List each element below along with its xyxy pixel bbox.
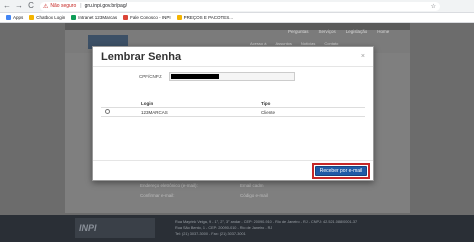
nav-link-servicos[interactable]: Serviços [319,29,336,34]
bookmark-intranet[interactable]: Intranet 123Marcas [71,15,117,20]
cpf-label: CPF/CNPJ: [139,74,163,79]
table-row[interactable]: 123MARCAS Cliente [101,108,365,117]
header-login: Login [141,101,154,106]
redacted-value [171,74,219,79]
receber-por-email-button[interactable]: Receber por e-mail [315,166,367,176]
bookmark-apps[interactable]: Apps [6,15,23,20]
security-status[interactable]: Não seguro [50,3,76,9]
modal-body: CPF/CNPJ: Login Tipo 123MARCAS Cliente [93,67,373,161]
forward-icon[interactable]: → [14,1,24,11]
bg-email-value: Email cadm [240,183,264,188]
site-top-nav: Perguntas Serviços Legislação Home [288,29,389,34]
url-field[interactable]: ⚠ Não seguro | gru.inpi.gov.br/pag/ ☆ [40,1,440,11]
cpf-field[interactable] [169,72,295,81]
star-icon[interactable]: ☆ [431,3,436,10]
warning-icon: ⚠ [43,3,49,10]
browser-address-bar: ← → C ⚠ Não seguro | gru.inpi.gov.br/pag… [0,0,474,13]
modal-header: Lembrar Senha × [93,47,373,67]
url-text: gru.inpi.gov.br/pag/ [84,3,127,9]
url-separator: | [80,3,82,9]
footer-address-2: Rua São Bento, 1 - CEP: 20090-010 - Rio … [175,226,273,230]
folder-icon [176,15,182,20]
footer-address-1: Rua Mayrink Veiga, 9 - 1°, 2°, 3° andar … [175,220,358,224]
lembrar-senha-modal: Lembrar Senha × CPF/CNPJ: Login Tipo 123… [92,46,374,181]
modal-title: Lembrar Senha [101,50,182,63]
table-header: Login Tipo [101,100,365,108]
nav-link-perguntas[interactable]: Perguntas [288,29,309,34]
nav-link-legislacao[interactable]: Legislação [346,29,368,34]
highlight-box: Receber por e-mail [312,163,370,179]
footer-address-3: Tel: (21) 3037-3000 - Fax: (21) 3037-300… [175,232,246,236]
chatbox-icon [29,15,35,20]
bookmarks-bar: Apps Chatbox Login Intranet 123Marcas Fa… [0,13,474,23]
bookmark-precos[interactable]: PREÇOS E PACOTES... [176,15,233,20]
inpi-icon [123,15,129,20]
bg-confirm-value: Código e-mail [240,193,268,198]
accounts-table: Login Tipo 123MARCAS Cliente [101,100,365,117]
apps-icon [6,15,11,20]
row-login: 123MARCAS [141,109,168,115]
close-icon[interactable]: × [361,53,365,60]
modal-footer: Receber por e-mail [93,160,373,180]
bookmark-fale-conosco[interactable]: Fale Conosco - INPI [123,15,171,20]
bookmark-chatbox[interactable]: Chatbox Login [29,15,65,20]
row-radio[interactable] [105,109,110,114]
inpi-footer-logo: INPI [75,218,155,238]
nav-link-home[interactable]: Home [377,29,389,34]
bg-email-label: Endereço eletrônico (e-mail): [140,183,198,188]
back-icon[interactable]: ← [2,1,12,11]
intranet-icon [71,15,77,20]
header-tipo: Tipo [261,101,271,106]
bg-confirm-label: Confirmar e-mail: [140,193,175,198]
reload-icon[interactable]: C [26,1,36,11]
row-select-cell [101,109,141,115]
row-tipo: Cliente [261,109,276,115]
